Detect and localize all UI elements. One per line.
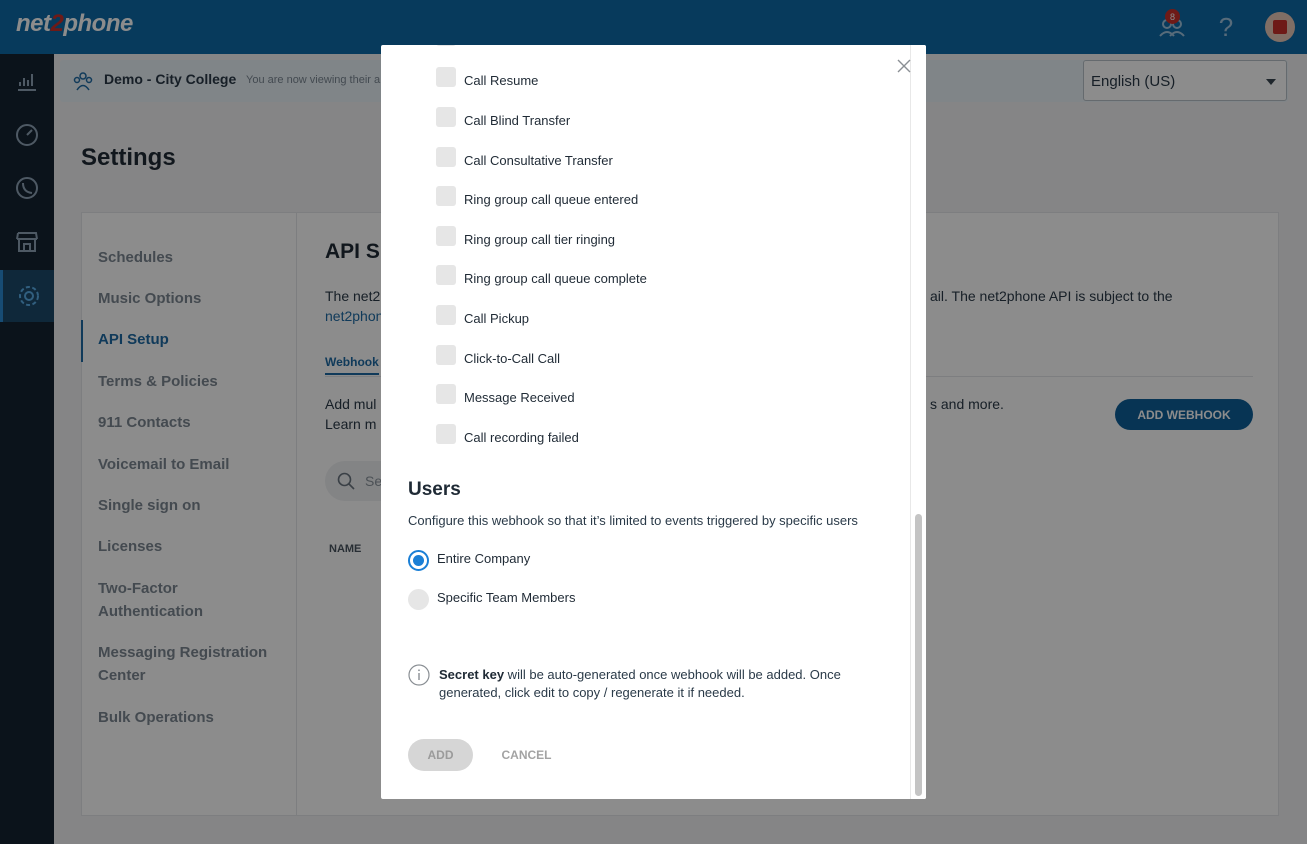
add-webhook-modal: Call Resume Call Blind Transfer Call Con… (381, 45, 926, 799)
add-button[interactable]: ADD (408, 739, 473, 771)
modal-scrollbar-thumb[interactable] (915, 514, 922, 796)
radio-label: Entire Company (437, 550, 531, 566)
event-checkbox[interactable] (436, 147, 456, 167)
event-option-call-consultative-transfer[interactable]: Call Consultative Transfer (436, 146, 613, 168)
event-option-ring-group-queue-complete[interactable]: Ring group call queue complete (436, 264, 647, 286)
event-option-call-resume[interactable]: Call Resume (436, 66, 538, 88)
event-checkbox[interactable] (436, 186, 456, 206)
event-option-call-pickup[interactable]: Call Pickup (436, 304, 529, 326)
event-label: Ring group call tier ringing (464, 231, 616, 247)
event-label: Ring group call queue entered (464, 191, 639, 207)
event-option-call-blind-transfer[interactable]: Call Blind Transfer (436, 106, 570, 128)
event-checkbox[interactable] (436, 345, 456, 365)
event-label: Call recording failed (464, 429, 579, 445)
event-checkbox[interactable] (436, 226, 456, 246)
info-icon (408, 664, 430, 686)
event-checkbox[interactable] (436, 305, 456, 325)
users-section-title: Users (408, 479, 461, 500)
users-section-description: Configure this webhook so that it’s limi… (408, 513, 858, 528)
secret-key-label: Secret key (439, 667, 505, 682)
event-label: Call Pickup (464, 310, 530, 326)
event-checkbox[interactable] (436, 265, 456, 285)
event-checkbox-cut-off[interactable] (436, 45, 456, 46)
event-label: Click-to-Call Call (464, 350, 561, 366)
event-label: Call Resume (464, 72, 539, 88)
event-option-call-recording-failed[interactable]: Call recording failed (436, 423, 579, 445)
event-label: Call Blind Transfer (464, 112, 571, 128)
event-label: Call Consultative Transfer (464, 152, 613, 168)
radio-label: Specific Team Members (437, 589, 576, 605)
radio-button[interactable] (408, 588, 429, 610)
event-label: Ring group call queue complete (464, 270, 647, 286)
event-option-click-to-call[interactable]: Click-to-Call Call (436, 344, 560, 366)
event-option-message-received[interactable]: Message Received (436, 383, 575, 405)
event-checkbox[interactable] (436, 67, 456, 87)
secret-key-note: Secret key will be auto-generated once w… (439, 666, 879, 702)
close-icon[interactable] (895, 57, 913, 75)
event-checkbox[interactable] (436, 107, 456, 127)
event-option-ring-group-queue-entered[interactable]: Ring group call queue entered (436, 185, 638, 207)
cancel-button[interactable]: CANCEL (489, 739, 564, 771)
event-label: Message Received (464, 389, 575, 405)
event-option-ring-group-tier-ringing[interactable]: Ring group call tier ringing (436, 225, 615, 247)
radio-button-selected[interactable] (408, 549, 429, 571)
event-checkbox[interactable] (436, 424, 456, 444)
radio-specific-team-members[interactable]: Specific Team Members (408, 588, 575, 610)
event-checkbox[interactable] (436, 384, 456, 404)
radio-entire-company[interactable]: Entire Company (408, 549, 530, 571)
